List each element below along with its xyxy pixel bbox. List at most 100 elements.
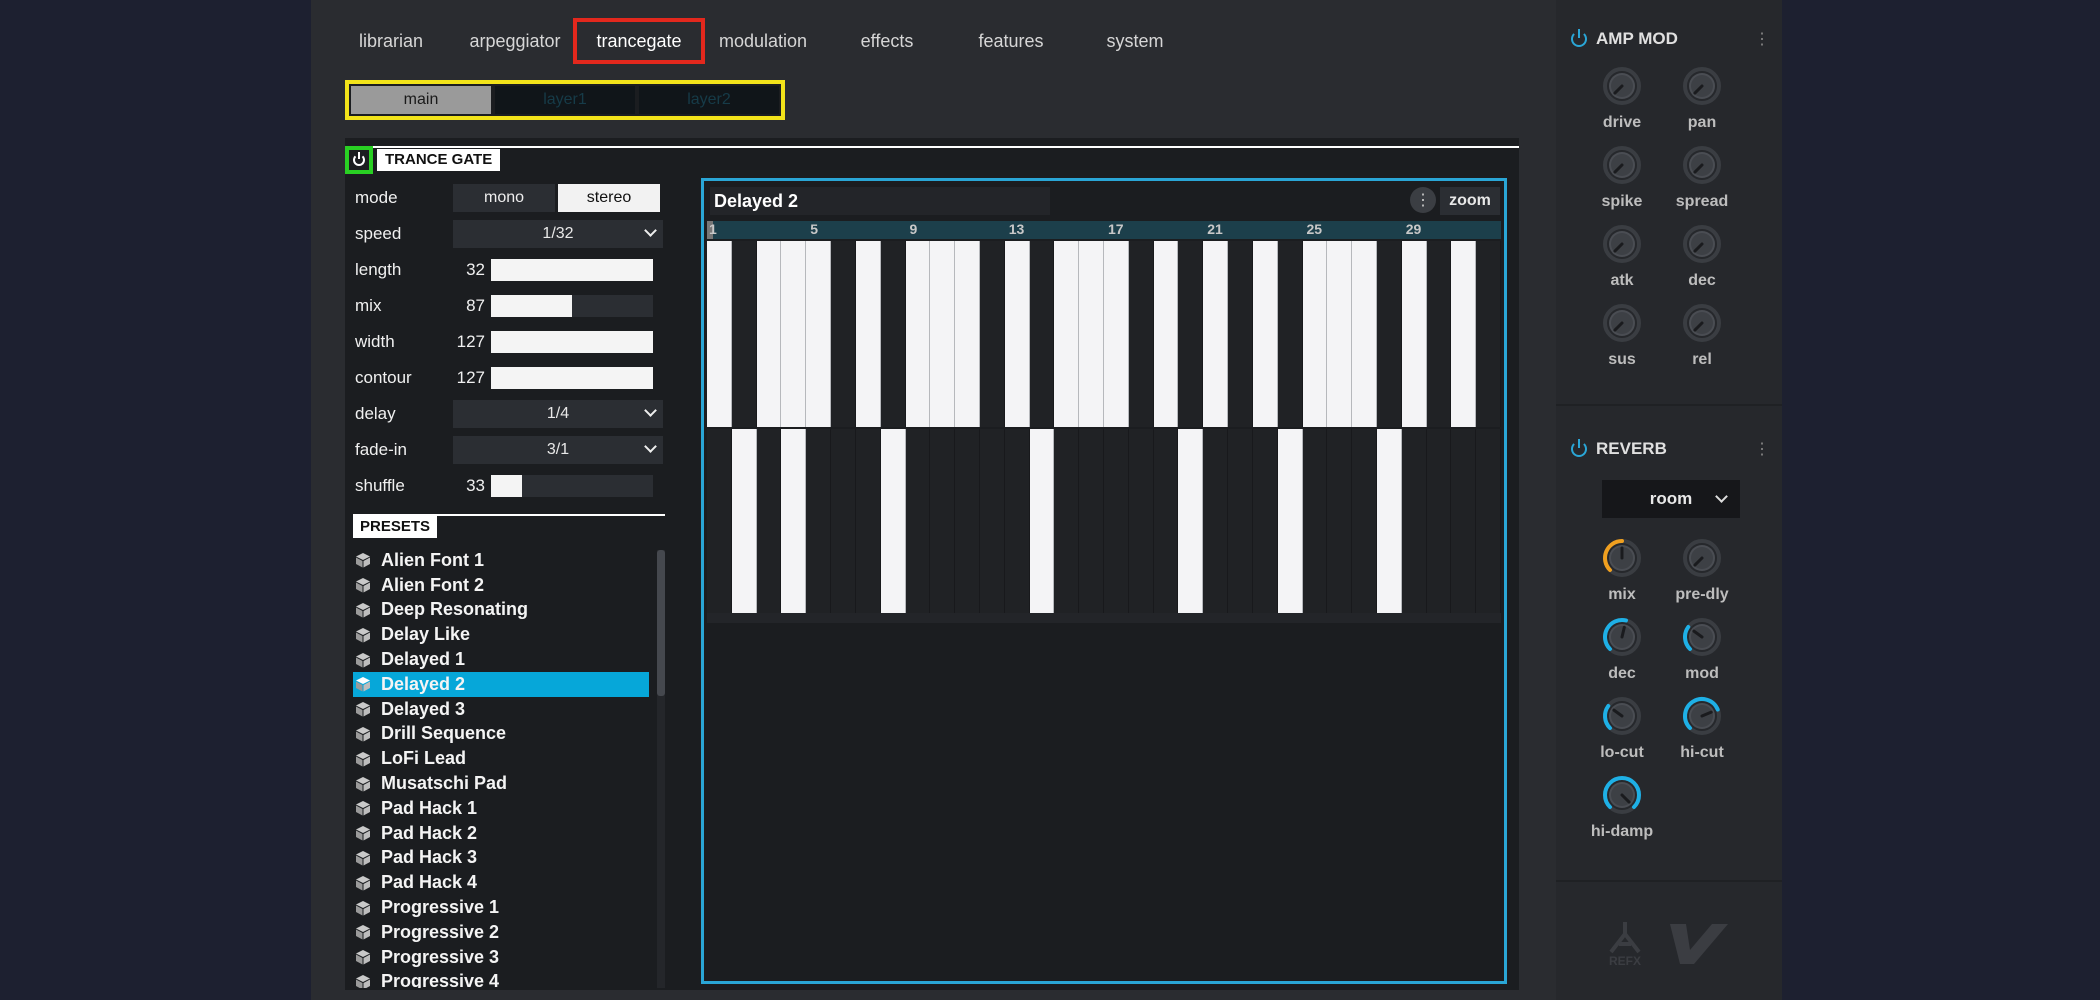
mode-stereo-button[interactable]: stereo [558, 184, 660, 212]
gate-step-upper[interactable] [1029, 241, 1055, 427]
contour-slider[interactable] [491, 367, 653, 389]
gate-step-lower[interactable] [855, 429, 881, 613]
gate-step-upper[interactable] [1104, 241, 1129, 427]
preset-item[interactable]: Delayed 3 [353, 697, 649, 722]
amp-mod-sus-knob[interactable] [1598, 299, 1646, 347]
nav-effects[interactable]: effects [825, 22, 949, 60]
gate-step-upper[interactable] [1178, 241, 1204, 427]
preset-item[interactable]: Delayed 1 [353, 647, 649, 672]
reverb-hi-cut-knob[interactable] [1678, 692, 1726, 740]
reverb-dec-knob[interactable] [1598, 613, 1646, 661]
vertical-dots-icon[interactable]: ⋮ [1410, 187, 1436, 213]
preset-item[interactable]: Alien Font 2 [353, 573, 649, 598]
gate-step-lower[interactable] [1451, 429, 1477, 613]
gate-step-upper[interactable] [1079, 241, 1104, 427]
preset-item[interactable]: Progressive 3 [353, 945, 649, 970]
gate-step-lower[interactable] [1228, 429, 1253, 613]
gate-step-lower[interactable] [905, 429, 931, 613]
amp-mod-spike-knob[interactable] [1598, 141, 1646, 189]
amp-mod-pan-knob[interactable] [1678, 62, 1726, 110]
reverb-mod-knob[interactable] [1678, 613, 1726, 661]
preset-item[interactable]: Drill Sequence [353, 722, 649, 747]
vertical-dots-icon[interactable]: ⋮ [1754, 439, 1770, 459]
gate-step-upper[interactable] [707, 241, 732, 427]
gate-step-upper[interactable] [1277, 241, 1303, 427]
amp-mod-spread-knob[interactable] [1678, 141, 1726, 189]
gate-step-lower[interactable] [979, 429, 1005, 613]
gate-step-lower[interactable] [806, 429, 832, 613]
gate-step-lower[interactable] [731, 429, 757, 613]
gate-step-lower[interactable] [1277, 429, 1303, 613]
length-slider[interactable] [491, 259, 653, 281]
gate-step-upper[interactable] [855, 241, 881, 427]
reverb-hi-damp-knob[interactable] [1598, 771, 1646, 819]
vertical-dots-icon[interactable]: ⋮ [1754, 29, 1770, 49]
gate-step-lower[interactable] [707, 429, 732, 613]
preset-item[interactable]: LoFi Lead [353, 746, 649, 771]
gate-step-upper[interactable] [930, 241, 956, 427]
gate-step-lower[interactable] [1302, 429, 1328, 613]
preset-scrollbar[interactable] [657, 550, 665, 988]
nav-arpeggiator[interactable]: arpeggiator [453, 22, 577, 60]
preset-item[interactable]: Deep Resonating [353, 598, 649, 623]
gate-step-lower[interactable] [1352, 429, 1377, 613]
nav-librarian[interactable]: librarian [329, 22, 453, 60]
gate-step-lower[interactable] [1376, 429, 1402, 613]
amp-mod-power-icon[interactable] [1570, 29, 1588, 48]
reverb-pre-dly-knob[interactable] [1678, 534, 1726, 582]
reverb-mix-knob[interactable] [1598, 534, 1646, 582]
tab-main[interactable]: main [351, 86, 491, 114]
gate-step-upper[interactable] [979, 241, 1005, 427]
amp-mod-dec-knob[interactable] [1678, 220, 1726, 268]
gate-step-lower[interactable] [1203, 429, 1229, 613]
gate-step-lower[interactable] [880, 429, 906, 613]
gate-step-upper[interactable] [955, 241, 980, 427]
reverb-lo-cut-knob[interactable] [1598, 692, 1646, 740]
gate-step-lower[interactable] [955, 429, 980, 613]
speed-dropdown[interactable]: 1/32 [453, 220, 663, 248]
mix-slider[interactable] [491, 295, 653, 317]
gate-step-lower[interactable] [756, 429, 782, 613]
gate-step-upper[interactable] [1401, 241, 1427, 427]
gate-step-upper[interactable] [731, 241, 757, 427]
preset-item[interactable]: Pad Hack 3 [353, 846, 649, 871]
gate-step-lower[interactable] [831, 429, 856, 613]
gate-step-upper[interactable] [781, 241, 807, 427]
gate-step-upper[interactable] [880, 241, 906, 427]
gate-step-upper[interactable] [1376, 241, 1402, 427]
preset-item[interactable]: Progressive 2 [353, 920, 649, 945]
gate-step-lower[interactable] [1476, 429, 1501, 613]
preset-item[interactable]: Progressive 4 [353, 970, 649, 988]
amp-mod-atk-knob[interactable] [1598, 220, 1646, 268]
gate-step-lower[interactable] [1128, 429, 1154, 613]
gate-step-lower[interactable] [1054, 429, 1080, 613]
gate-step-upper[interactable] [831, 241, 856, 427]
tab-layer2[interactable]: layer2 [639, 86, 779, 114]
gate-step-upper[interactable] [1153, 241, 1179, 427]
gate-step-lower[interactable] [1104, 429, 1129, 613]
gate-step-upper[interactable] [1128, 241, 1154, 427]
gate-step-lower[interactable] [1004, 429, 1030, 613]
width-slider[interactable] [491, 331, 653, 353]
gate-step-upper[interactable] [1476, 241, 1501, 427]
zoom-button[interactable]: zoom [1440, 187, 1500, 215]
nav-trancegate[interactable]: trancegate [573, 18, 705, 64]
preset-item[interactable]: Musatschi Pad [353, 771, 649, 796]
gate-step-upper[interactable] [1203, 241, 1229, 427]
gate-step-lower[interactable] [1327, 429, 1353, 613]
gate-step-lower[interactable] [1153, 429, 1179, 613]
nav-modulation[interactable]: modulation [701, 22, 825, 60]
amp-mod-drive-knob[interactable] [1598, 62, 1646, 110]
gate-step-lower[interactable] [1401, 429, 1427, 613]
tab-layer1[interactable]: layer1 [495, 86, 635, 114]
gate-step-upper[interactable] [1352, 241, 1377, 427]
gate-step-upper[interactable] [905, 241, 931, 427]
preset-item[interactable]: Pad Hack 1 [353, 796, 649, 821]
preset-scrollbar-thumb[interactable] [657, 550, 665, 696]
trance-gate-power-button[interactable] [345, 146, 373, 174]
preset-item[interactable]: Pad Hack 4 [353, 870, 649, 895]
preset-item[interactable]: Pad Hack 2 [353, 821, 649, 846]
gate-step-upper[interactable] [1302, 241, 1328, 427]
preset-item[interactable]: Progressive 1 [353, 895, 649, 920]
preset-item[interactable]: Delay Like [353, 622, 649, 647]
